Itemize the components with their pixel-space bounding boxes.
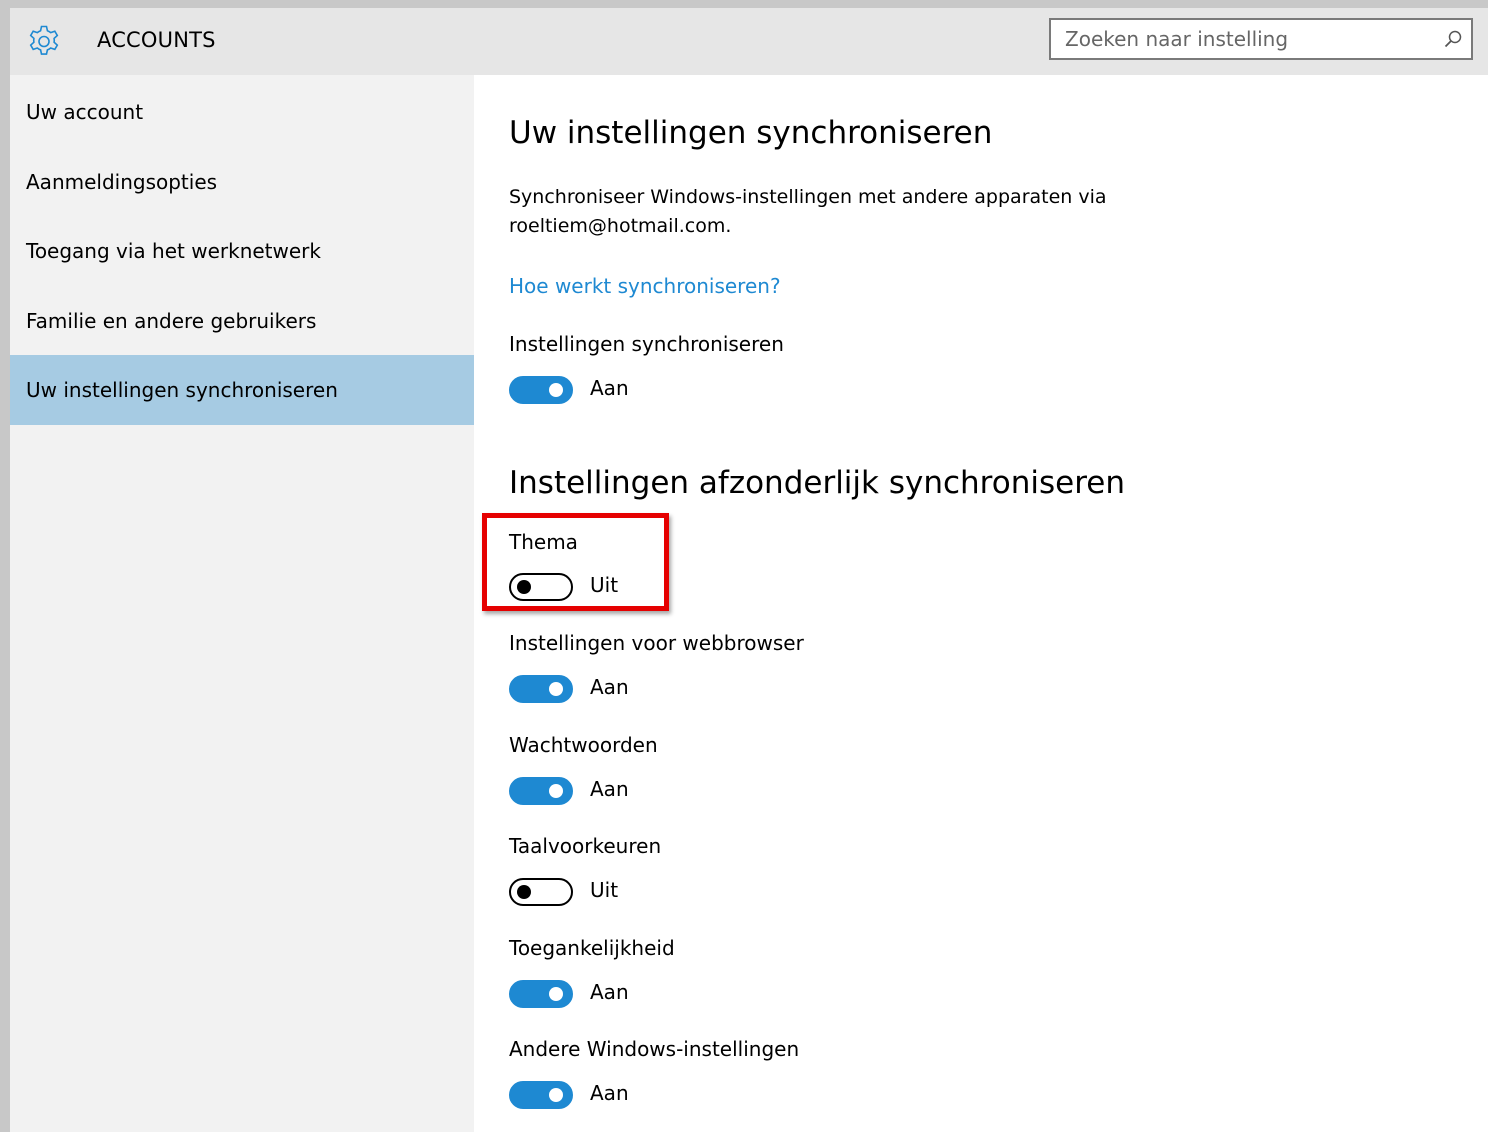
toggle-knob xyxy=(517,885,531,899)
toggle-state-taalvoorkeuren: Uit xyxy=(590,878,619,902)
search-icon[interactable] xyxy=(1443,29,1463,49)
setting-label-thema: Thema xyxy=(509,530,578,554)
setting-label-toegankelijkheid: Toegankelijkheid xyxy=(509,936,675,960)
toggle-state-wachtwoorden: Aan xyxy=(590,777,629,801)
sync-description: Synchroniseer Windows-instellingen met a… xyxy=(509,183,1159,241)
page-title: ACCOUNTS xyxy=(97,28,216,52)
toggle-state-webbrowser: Aan xyxy=(590,675,629,699)
toggle-knob xyxy=(549,1088,563,1102)
setting-label-webbrowser: Instellingen voor webbrowser xyxy=(509,631,804,655)
toggle-knob xyxy=(549,682,563,696)
help-link[interactable]: Hoe werkt synchroniseren? xyxy=(509,274,781,298)
header-bar: ACCOUNTS xyxy=(10,8,1488,75)
toggle-sync-settings[interactable] xyxy=(509,376,573,404)
description-line: Synchroniseer Windows-instellingen met a… xyxy=(509,186,1107,208)
settings-window: ACCOUNTS Uw account Aanmeldingsopties To… xyxy=(10,8,1488,1132)
sidebar: Uw account Aanmeldingsopties Toegang via… xyxy=(10,75,474,1132)
toggle-taalvoorkeuren[interactable] xyxy=(509,878,573,906)
sidebar-item-toegang-werknetwerk[interactable]: Toegang via het werknetwerk xyxy=(10,216,474,286)
description-email: roeltiem@hotmail.com. xyxy=(509,215,732,237)
main-content: Uw instellingen synchroniseren Synchroni… xyxy=(474,75,1488,1132)
section-title-sync: Uw instellingen synchroniseren xyxy=(509,115,993,151)
gear-icon xyxy=(29,25,59,55)
toggle-knob xyxy=(549,383,563,397)
sidebar-item-familie[interactable]: Familie en andere gebruikers xyxy=(10,286,474,356)
setting-label-andere-windows: Andere Windows-instellingen xyxy=(509,1037,800,1061)
toggle-knob xyxy=(549,784,563,798)
toggle-wachtwoorden[interactable] xyxy=(509,777,573,805)
toggle-state-andere-windows: Aan xyxy=(590,1081,629,1105)
toggle-state-toegankelijkheid: Aan xyxy=(590,980,629,1004)
search-input[interactable] xyxy=(1051,20,1459,58)
section-title-individual: Instellingen afzonderlijk synchroniseren xyxy=(509,465,1125,501)
toggle-webbrowser[interactable] xyxy=(509,675,573,703)
sidebar-item-uw-account[interactable]: Uw account xyxy=(10,77,474,147)
sidebar-item-aanmeldingsopties[interactable]: Aanmeldingsopties xyxy=(10,147,474,217)
toggle-state-thema: Uit xyxy=(590,573,619,597)
setting-label-wachtwoorden: Wachtwoorden xyxy=(509,733,658,757)
toggle-andere-windows[interactable] xyxy=(509,1081,573,1109)
sidebar-item-sync-settings[interactable]: Uw instellingen synchroniseren xyxy=(10,355,474,425)
setting-label-taalvoorkeuren: Taalvoorkeuren xyxy=(509,834,662,858)
toggle-thema[interactable] xyxy=(509,573,573,601)
toggle-state-sync: Aan xyxy=(590,376,629,400)
toggle-knob xyxy=(549,987,563,1001)
setting-label-sync: Instellingen synchroniseren xyxy=(509,332,784,356)
search-box[interactable] xyxy=(1049,18,1473,60)
highlight-annotation-box xyxy=(482,513,669,611)
toggle-knob xyxy=(517,580,531,594)
toggle-toegankelijkheid[interactable] xyxy=(509,980,573,1008)
